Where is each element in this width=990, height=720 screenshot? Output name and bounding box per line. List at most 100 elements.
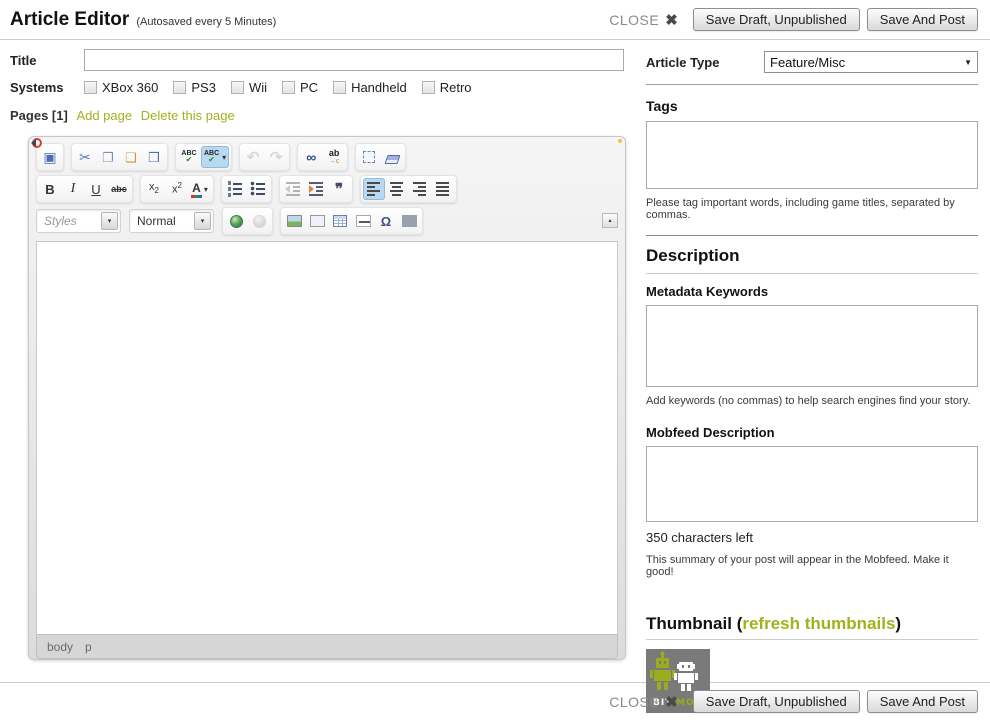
strikethrough-button[interactable]: abc — [108, 178, 130, 200]
metadata-help-text: Add keywords (no commas) to help search … — [646, 395, 978, 407]
save-post-button[interactable]: Save And Post — [867, 8, 978, 31]
main-columns: Title Systems XBox 360 PS3 Wii PC Handhe… — [0, 40, 990, 682]
styles-dropdown-value: Styles — [44, 214, 99, 228]
omega-icon: Ω — [381, 215, 391, 228]
article-type-value: Feature/Misc — [770, 55, 845, 70]
autosave-note: (Autosaved every 5 Minutes) — [136, 16, 276, 28]
italic-button[interactable]: I — [62, 178, 84, 200]
underline-button[interactable]: U — [85, 178, 107, 200]
close-icon: ✖ — [665, 11, 678, 29]
undo-button[interactable]: ↶ — [242, 146, 264, 168]
system-checkbox-xbox-360[interactable] — [84, 81, 97, 94]
paste-icon: ❑ — [125, 151, 137, 164]
metadata-keywords-textarea[interactable] — [646, 305, 978, 387]
insert-link-button[interactable] — [225, 210, 247, 232]
styles-dropdown[interactable]: Styles ▾ — [36, 209, 121, 233]
special-char-button[interactable]: Ω — [375, 210, 397, 232]
toolbar-toggle-button[interactable]: ▴ — [602, 213, 618, 228]
subscript-button[interactable]: x2 — [143, 178, 165, 200]
system-label-handheld: Handheld — [351, 80, 407, 95]
numbered-list-button[interactable] — [224, 178, 246, 200]
replace-button[interactable]: ab→c — [323, 146, 345, 168]
delete-page-link[interactable]: Delete this page — [141, 108, 235, 123]
superscript-icon: x2 — [172, 182, 182, 196]
tags-textarea[interactable] — [646, 121, 978, 189]
system-checkbox-handheld[interactable] — [333, 81, 346, 94]
insert-table-button[interactable] — [329, 210, 351, 232]
copy-button[interactable]: ❐ — [97, 146, 119, 168]
align-left-button[interactable] — [363, 178, 385, 200]
toolbar-toggle-icon: ▴ — [608, 217, 611, 224]
align-center-icon — [389, 181, 405, 197]
superscript-button[interactable]: x2 — [166, 178, 188, 200]
media-icon — [310, 215, 325, 227]
toolbar-row-1: ▣ ✂ ❐ ❑ ❒ ABC✔ ABC✔ ▾ — [36, 143, 618, 171]
fullscreen-button[interactable]: ▣ — [39, 146, 61, 168]
spellcheck-button[interactable]: ABC✔ — [178, 146, 200, 168]
link-icon — [230, 215, 243, 228]
bullet-list-button[interactable] — [247, 178, 269, 200]
paste-from-word-icon: ❒ — [148, 151, 160, 164]
justify-button[interactable] — [432, 178, 454, 200]
eraser-icon — [384, 155, 400, 164]
font-color-button[interactable]: A ▾ — [189, 178, 211, 200]
editor-column: Title Systems XBox 360 PS3 Wii PC Handhe… — [10, 40, 632, 682]
outdent-button[interactable] — [282, 178, 304, 200]
sidebar-column: Article Type Feature/Misc ▼ Tags Please … — [632, 40, 978, 682]
paste-from-word-button[interactable]: ❒ — [143, 146, 165, 168]
title-input[interactable] — [84, 49, 624, 71]
redo-button[interactable]: ↷ — [265, 146, 287, 168]
system-checkbox-ps3[interactable] — [173, 81, 186, 94]
image-icon — [287, 215, 302, 227]
chevron-down-icon: ▾ — [222, 153, 226, 162]
editor-content-area[interactable] — [36, 241, 618, 634]
system-checkbox-pc[interactable] — [282, 81, 295, 94]
find-button[interactable]: ∞ — [300, 146, 322, 168]
spellcheck-menu-icon: ABC✔ — [204, 150, 219, 164]
chevron-down-icon: ▾ — [204, 185, 208, 194]
fullscreen-icon: ▣ — [43, 150, 56, 164]
close-button-bottom[interactable]: CLOSE ✖ — [609, 693, 678, 711]
unlink-button[interactable] — [248, 210, 270, 232]
add-page-link[interactable]: Add page — [76, 108, 132, 123]
indent-button[interactable] — [305, 178, 327, 200]
line-break-button[interactable] — [398, 210, 420, 232]
mobfeed-description-textarea[interactable] — [646, 446, 978, 522]
tags-help-text: Please tag important words, including ga… — [646, 197, 978, 221]
align-right-button[interactable] — [409, 178, 431, 200]
align-left-icon — [366, 181, 382, 197]
align-center-button[interactable] — [386, 178, 408, 200]
bold-button[interactable]: B — [39, 178, 61, 200]
status-path-body[interactable]: body — [47, 640, 73, 654]
indent-icon — [308, 181, 324, 197]
refresh-thumbnails-link[interactable]: refresh thumbnails — [742, 614, 895, 633]
status-path-p[interactable]: p — [85, 640, 92, 654]
horizontal-rule-button[interactable] — [352, 210, 374, 232]
paste-button[interactable]: ❑ — [120, 146, 142, 168]
insert-media-button[interactable] — [306, 210, 328, 232]
save-draft-button[interactable]: Save Draft, Unpublished — [693, 8, 860, 31]
save-post-button-bottom[interactable]: Save And Post — [867, 690, 978, 713]
close-icon: ✖ — [665, 693, 678, 711]
remove-format-button[interactable] — [381, 146, 403, 168]
format-dropdown[interactable]: Normal ▾ — [129, 209, 214, 233]
spellcheck-menu-button[interactable]: ABC✔ ▾ — [201, 146, 229, 168]
cut-button[interactable]: ✂ — [74, 146, 96, 168]
close-button[interactable]: CLOSE ✖ — [609, 11, 678, 29]
system-checkbox-retro[interactable] — [422, 81, 435, 94]
tags-heading: Tags — [646, 98, 978, 114]
blockquote-button[interactable]: ❞ — [328, 178, 350, 200]
line-break-icon — [402, 215, 417, 227]
bullet-list-icon — [250, 181, 266, 197]
insert-image-button[interactable] — [283, 210, 305, 232]
system-label-wii: Wii — [249, 80, 267, 95]
select-all-icon — [363, 151, 375, 163]
save-draft-button-bottom[interactable]: Save Draft, Unpublished — [693, 690, 860, 713]
numbered-list-icon — [227, 181, 243, 197]
article-type-select[interactable]: Feature/Misc ▼ — [764, 51, 978, 73]
chevron-down-icon: ▾ — [194, 212, 211, 230]
select-all-button[interactable] — [358, 146, 380, 168]
select-arrow-icon: ▼ — [964, 58, 972, 67]
system-checkbox-wii[interactable] — [231, 81, 244, 94]
subscript-icon: x2 — [149, 182, 159, 195]
